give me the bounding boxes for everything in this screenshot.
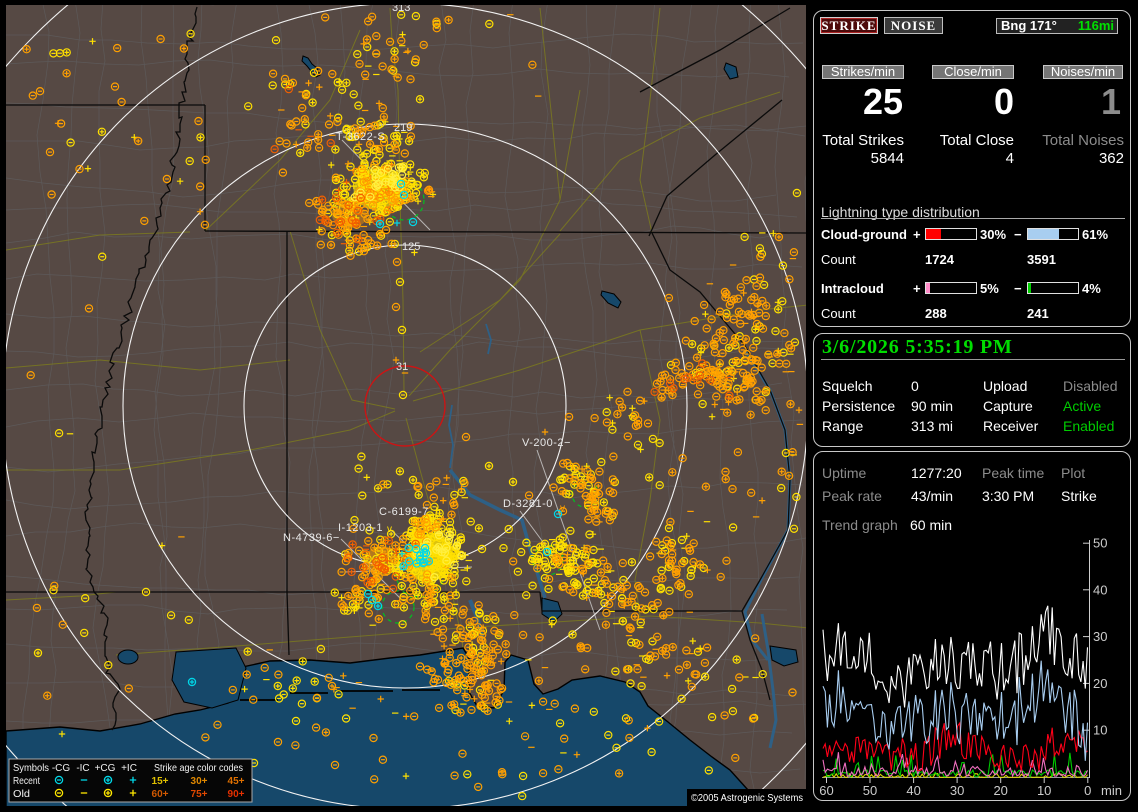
svg-text:I-1203-1: I-1203-1 bbox=[338, 522, 383, 534]
svg-text:0: 0 bbox=[1084, 783, 1091, 798]
svg-text:+IC: +IC bbox=[121, 763, 137, 774]
svg-text:min: min bbox=[1101, 783, 1122, 798]
svg-text:T-3622-S: T-3622-S bbox=[336, 131, 385, 143]
svg-text:D-3281-0: D-3281-0 bbox=[503, 498, 553, 510]
svg-text:60+: 60+ bbox=[152, 789, 169, 800]
svg-text:219: 219 bbox=[394, 122, 412, 134]
svg-text:15+: 15+ bbox=[152, 776, 169, 787]
svg-text:45+: 45+ bbox=[228, 776, 245, 787]
svg-text:50: 50 bbox=[1093, 536, 1107, 551]
svg-text:Recent: Recent bbox=[13, 776, 40, 787]
svg-text:Symbols: Symbols bbox=[13, 763, 49, 774]
svg-text:v: v bbox=[560, 503, 565, 514]
svg-text:©2005 Astrogenic Systems: ©2005 Astrogenic Systems bbox=[691, 792, 803, 804]
svg-text:40: 40 bbox=[1093, 582, 1107, 597]
svg-text:v: v bbox=[387, 524, 392, 535]
svg-text:10: 10 bbox=[1093, 723, 1107, 738]
svg-text:N-4739-6−: N-4739-6− bbox=[283, 532, 340, 544]
svg-text:30: 30 bbox=[1093, 629, 1107, 644]
svg-text:C-6199-7: C-6199-7 bbox=[379, 506, 429, 518]
svg-text:20: 20 bbox=[1093, 676, 1107, 691]
svg-text:75+: 75+ bbox=[191, 789, 208, 800]
svg-text:Old: Old bbox=[13, 789, 30, 800]
svg-text:30: 30 bbox=[950, 783, 964, 798]
svg-text:20: 20 bbox=[993, 783, 1007, 798]
svg-text:Strike age color codes: Strike age color codes bbox=[154, 763, 243, 774]
svg-text:125: 125 bbox=[402, 241, 420, 253]
svg-text:+CG: +CG bbox=[95, 763, 116, 774]
svg-text:40: 40 bbox=[906, 783, 920, 798]
svg-text:31: 31 bbox=[396, 361, 408, 373]
svg-text:-CG: -CG bbox=[52, 763, 71, 774]
svg-text:50: 50 bbox=[863, 783, 877, 798]
svg-text:10: 10 bbox=[1037, 783, 1051, 798]
svg-text:-IC: -IC bbox=[76, 763, 89, 774]
svg-text:60: 60 bbox=[819, 783, 833, 798]
svg-text:30+: 30+ bbox=[191, 776, 208, 787]
svg-text:90+: 90+ bbox=[228, 789, 245, 800]
svg-text:V-200-2−: V-200-2− bbox=[522, 437, 571, 449]
